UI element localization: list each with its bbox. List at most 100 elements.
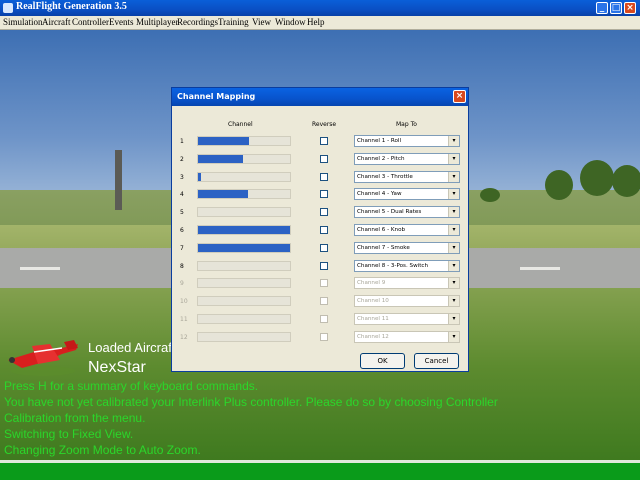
channel-level-fill <box>198 137 249 145</box>
dropdown-arrow-icon: ▾ <box>448 278 459 289</box>
channel-level-fill <box>198 243 290 252</box>
tree <box>612 165 640 197</box>
reverse-checkbox <box>320 279 328 288</box>
title-bar: RealFlight Generation 3.5 _ □ × <box>0 0 640 16</box>
reverse-checkbox[interactable] <box>320 243 328 252</box>
map-to-value: Channel 6 - Knob <box>357 227 406 233</box>
channel-level-bar <box>197 153 291 164</box>
menu-recordings[interactable]: Recordings <box>177 17 218 27</box>
reverse-checkbox[interactable] <box>320 190 328 199</box>
cancel-button[interactable]: Cancel <box>414 353 459 369</box>
dropdown-arrow-icon: ▾ <box>448 225 459 235</box>
map-to-dropdown: Channel 12 ▾ <box>354 330 460 343</box>
reverse-checkbox[interactable] <box>320 261 328 270</box>
map-to-header: Map To <box>396 121 417 128</box>
reverse-checkbox <box>320 315 328 323</box>
channel-number: 10 <box>180 298 188 306</box>
channel-number: 5 <box>180 209 184 217</box>
channel-level-fill <box>198 154 244 163</box>
channel-number: 4 <box>180 191 184 199</box>
channel-number: 1 <box>180 138 184 145</box>
map-to-dropdown[interactable]: Channel 8 - 3-Pos. Switch ▾ <box>354 259 460 272</box>
map-to-value: Channel 1 - Roll <box>357 138 402 144</box>
channel-header: Channel <box>228 121 253 128</box>
map-to-value: Channel 12 <box>357 333 389 340</box>
channel-level-bar <box>197 331 291 342</box>
channel-row: 12 Channel 12 ▾ <box>172 330 468 347</box>
channel-row: 3 Channel 3 - Throttle ▾ <box>172 170 468 187</box>
map-to-value: Channel 3 - Throttle <box>357 173 413 180</box>
reverse-header: Reverse <box>312 121 337 128</box>
menu-training[interactable]: Training <box>218 17 249 27</box>
status-message: Calibration from the menu. <box>4 411 146 425</box>
map-to-value: Channel 2 - Pitch <box>357 155 405 162</box>
channel-level-bar <box>197 171 291 182</box>
bottom-stripe <box>0 460 640 463</box>
silo-tower <box>115 150 122 210</box>
map-to-dropdown[interactable]: Channel 6 - Knob ▾ <box>354 224 460 236</box>
channel-number: 3 <box>180 173 184 181</box>
map-to-value: Channel 11 <box>357 316 389 322</box>
menu-multiplayer[interactable]: Multiplayer <box>136 17 179 27</box>
map-to-dropdown[interactable]: Channel 2 - Pitch ▾ <box>354 152 460 165</box>
map-to-dropdown[interactable]: Channel 1 - Roll ▾ <box>354 135 460 147</box>
menu-simulation[interactable]: Simulation <box>3 17 43 27</box>
map-to-dropdown[interactable]: Channel 3 - Throttle ▾ <box>354 170 460 183</box>
runway-marking <box>20 267 60 270</box>
reverse-checkbox[interactable] <box>320 137 328 145</box>
channel-row: 10 Channel 10 ▾ <box>172 295 468 311</box>
airplane-icon <box>8 340 78 376</box>
map-to-dropdown: Channel 11 ▾ <box>354 313 460 325</box>
channel-row: 7 Channel 7 - Smoke ▾ <box>172 241 468 258</box>
map-to-value: Channel 8 - 3-Pos. Switch <box>357 262 429 269</box>
channel-level-bar <box>197 189 291 200</box>
menu-aircraft[interactable]: Aircraft <box>42 17 70 27</box>
channel-level-bar <box>197 296 291 307</box>
maximize-button[interactable]: □ <box>610 2 622 14</box>
menu-view[interactable]: View <box>252 17 271 27</box>
menu-events[interactable]: Events <box>109 17 134 27</box>
menu-help[interactable]: Help <box>307 17 325 27</box>
ok-button[interactable]: OK <box>360 353 405 369</box>
reverse-checkbox[interactable] <box>320 226 328 234</box>
menu-bar: Simulation Aircraft Controller Events Mu… <box>0 16 640 30</box>
map-to-dropdown: Channel 10 ▾ <box>354 295 460 308</box>
tree <box>545 170 573 200</box>
reverse-checkbox[interactable] <box>320 172 328 181</box>
map-to-value: Channel 9 <box>357 280 386 287</box>
dialog-close-button[interactable]: × <box>453 90 466 103</box>
window-title: RealFlight Generation 3.5 <box>16 1 127 12</box>
bottom-status-bar <box>0 460 640 480</box>
tree <box>580 160 614 196</box>
dialog-title-bar[interactable]: Channel Mapping × <box>172 88 468 106</box>
menu-controller[interactable]: Controller <box>72 17 109 27</box>
reverse-checkbox <box>320 332 328 341</box>
close-button[interactable]: × <box>624 2 636 14</box>
map-to-dropdown[interactable]: Channel 5 - Dual Rates ▾ <box>354 206 460 219</box>
app-icon <box>3 3 13 13</box>
channel-row: 6 Channel 6 - Knob ▾ <box>172 224 468 240</box>
reverse-checkbox[interactable] <box>320 154 328 163</box>
status-message: Switching to Fixed View. <box>4 427 134 441</box>
map-to-dropdown[interactable]: Channel 7 - Smoke ▾ <box>354 241 460 254</box>
channel-number: 8 <box>180 262 184 270</box>
channel-row: 4 Channel 4 - Yaw ▾ <box>172 188 468 204</box>
menu-window[interactable]: Window <box>275 17 306 27</box>
map-to-value: Channel 5 - Dual Rates <box>357 209 422 216</box>
channel-row: 5 Channel 5 - Dual Rates ▾ <box>172 206 468 222</box>
channel-number: 11 <box>180 316 188 323</box>
tree <box>480 188 500 202</box>
channel-mapping-dialog: Channel Mapping × Channel Reverse Map To… <box>171 87 469 372</box>
channel-level-bar <box>197 278 291 289</box>
channel-row: 2 Channel 2 - Pitch ▾ <box>172 152 468 169</box>
dialog-title: Channel Mapping <box>177 92 256 101</box>
dropdown-arrow-icon: ▾ <box>448 189 459 200</box>
map-to-value: Channel 7 - Smoke <box>357 244 410 251</box>
channel-row: 11 Channel 11 ▾ <box>172 313 468 329</box>
reverse-checkbox[interactable] <box>320 208 328 217</box>
map-to-dropdown[interactable]: Channel 4 - Yaw ▾ <box>354 188 460 201</box>
reverse-checkbox <box>320 297 328 306</box>
dropdown-arrow-icon: ▾ <box>448 260 459 271</box>
channel-number: 2 <box>180 155 184 163</box>
minimize-button[interactable]: _ <box>596 2 608 14</box>
